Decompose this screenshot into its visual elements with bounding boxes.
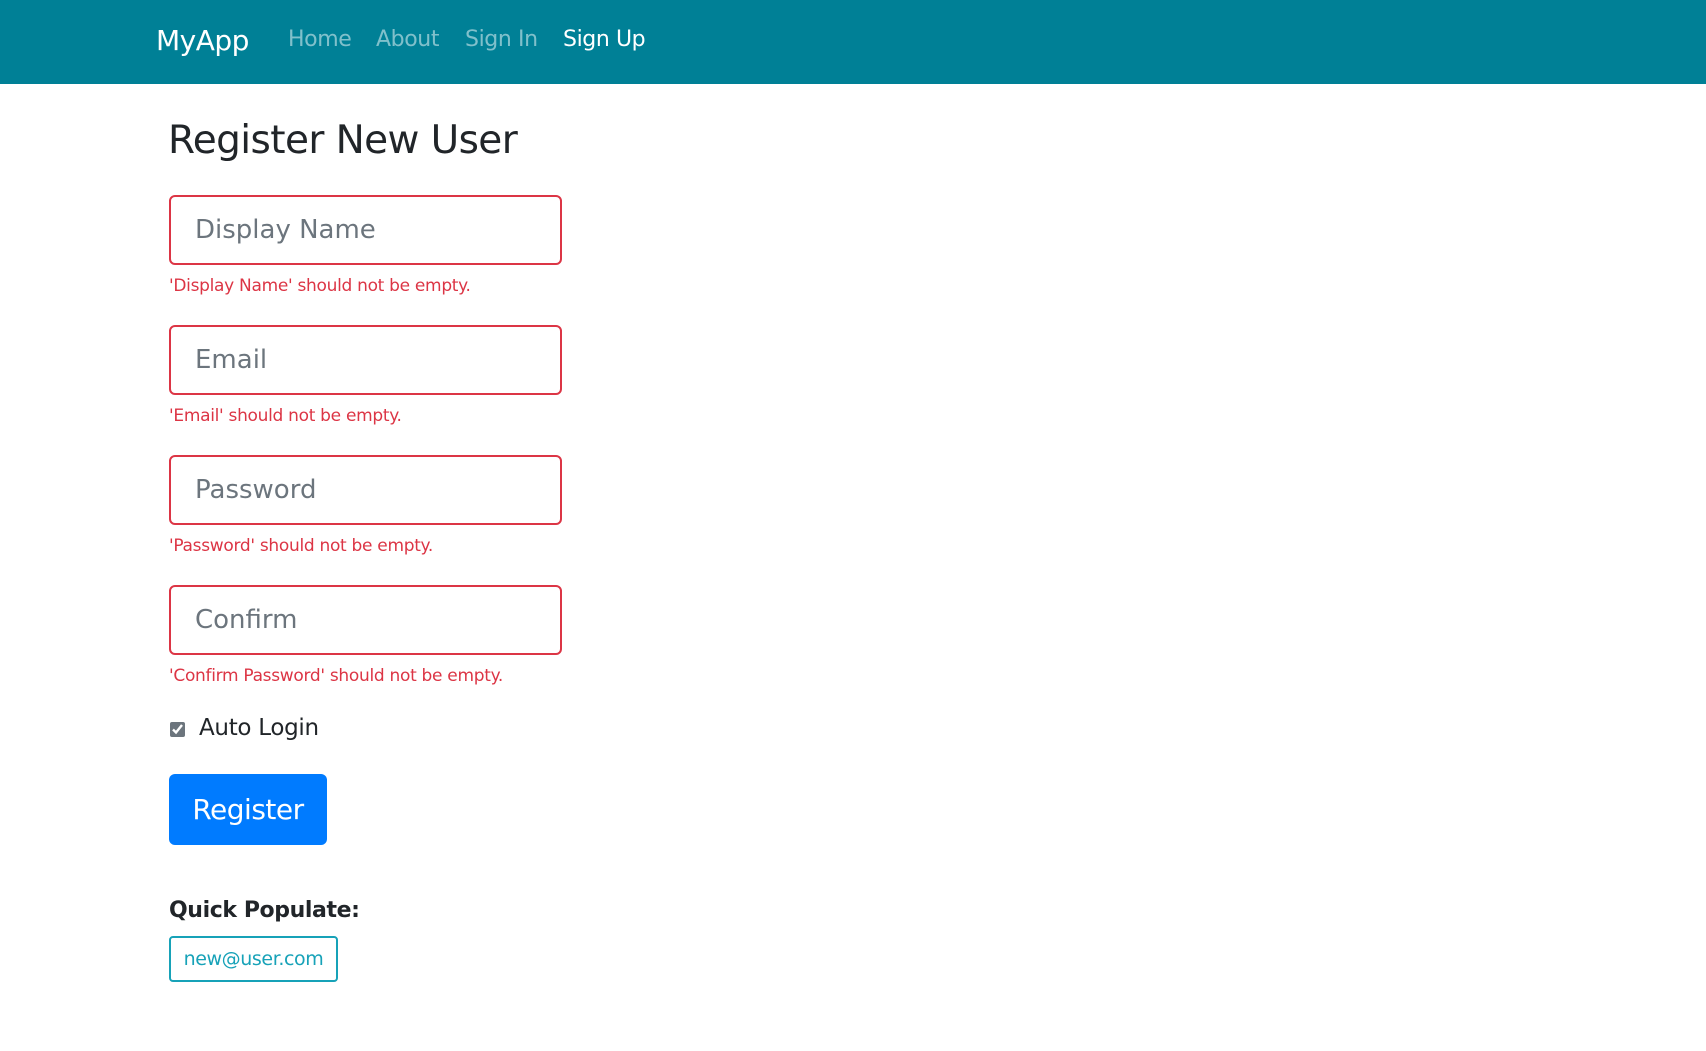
display-name-input[interactable] (169, 195, 562, 265)
confirm-password-error: 'Confirm Password' should not be empty. (169, 666, 504, 686)
quick-populate-button[interactable]: new@user.com (169, 936, 338, 982)
confirm-password-input[interactable] (169, 585, 562, 655)
auto-login-label[interactable]: Auto Login (199, 715, 319, 741)
display-name-error: 'Display Name' should not be empty. (169, 276, 471, 296)
nav-link-sign-in[interactable]: Sign In (465, 27, 538, 52)
email-error: 'Email' should not be empty. (169, 406, 402, 426)
quick-populate-label: Quick Populate: (169, 898, 360, 923)
nav-link-sign-up[interactable]: Sign Up (563, 27, 646, 52)
brand-link[interactable]: MyApp (156, 24, 249, 57)
password-input[interactable] (169, 455, 562, 525)
email-input[interactable] (169, 325, 562, 395)
register-button[interactable]: Register (169, 774, 327, 845)
nav-link-home[interactable]: Home (288, 27, 352, 52)
top-navbar: MyApp Home About Sign In Sign Up (0, 0, 1706, 84)
page-title: Register New User (168, 118, 518, 163)
auto-login-checkbox[interactable] (170, 722, 185, 737)
nav-link-about[interactable]: About (376, 27, 439, 52)
password-error: 'Password' should not be empty. (169, 536, 433, 556)
